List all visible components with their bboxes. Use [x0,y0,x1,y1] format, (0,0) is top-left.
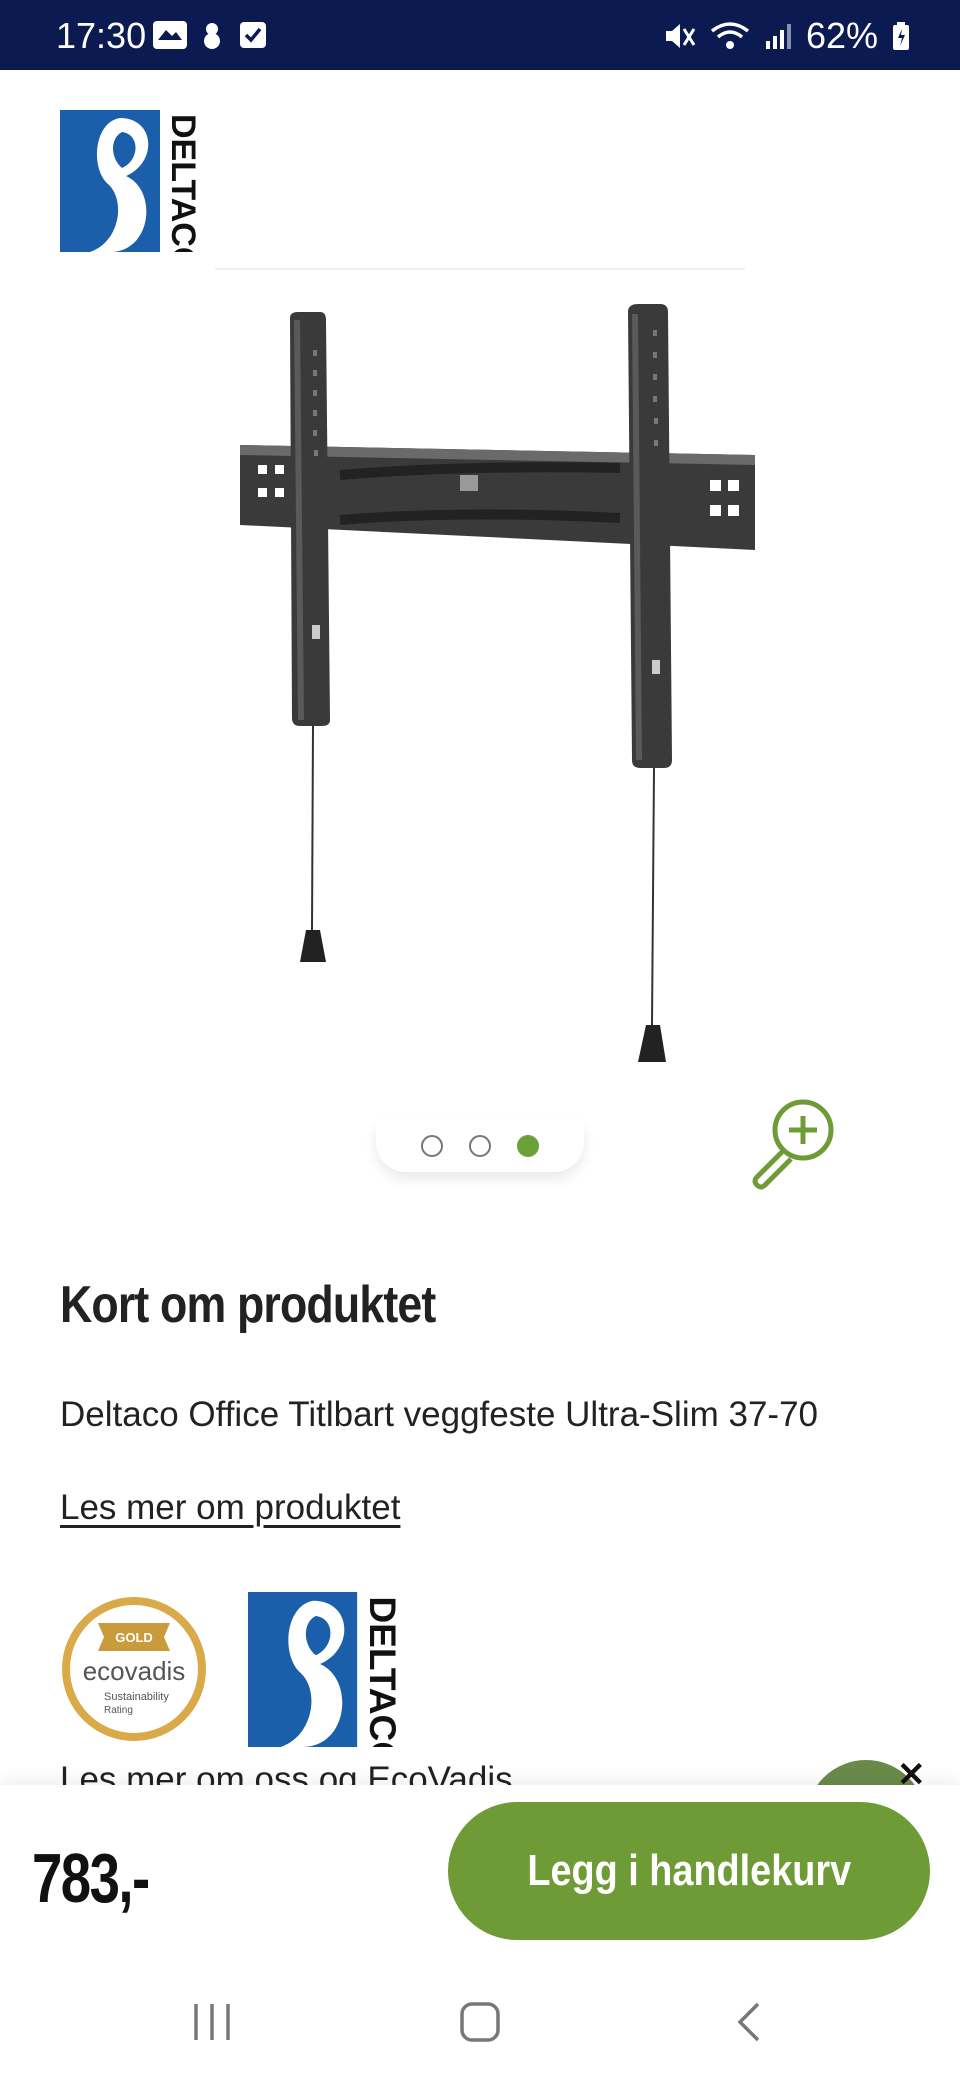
home-icon[interactable] [458,2000,502,2044]
status-bar: 17:30 62% [0,0,960,70]
mute-icon [665,24,696,48]
read-more-link[interactable]: Les mer om produktet [60,1488,400,1528]
add-to-cart-button[interactable]: Legg i handlekurv [448,1802,930,1940]
zoom-in-icon[interactable] [745,1095,840,1190]
gallery-pagination [376,1120,584,1172]
svg-text:ecovadis: ecovadis [83,1656,186,1686]
back-icon[interactable] [728,2000,772,2044]
svg-text:Rating: Rating [104,1705,133,1716]
short-description: Deltaco Office Titlbart veggfeste Ultra-… [60,1395,819,1434]
svg-text:Sustainability: Sustainability [104,1691,169,1703]
deltaco-logo[interactable]: DELTACO [60,110,202,252]
ecovadis-badge[interactable]: GOLD ecovadis Sustainability Rating [60,1595,208,1743]
gallery-dot-2[interactable] [469,1135,491,1157]
status-time: 17:30 [56,15,147,56]
gallery-dot-1[interactable] [421,1135,443,1157]
price: 783,- [32,1839,150,1917]
svg-text:DELTACO: DELTACO [362,1596,403,1747]
battery-icon [893,22,909,50]
recent-apps-icon[interactable] [190,2000,234,2044]
checkbox-icon [240,22,266,48]
product-image[interactable] [220,290,780,1080]
signal-icon [765,24,791,49]
mydlink-icon [153,21,187,49]
deltaco-brand-logo[interactable]: DELTACO [248,1592,403,1747]
svg-text:GOLD: GOLD [115,1630,153,1645]
section-title: Kort om produktet [60,1276,436,1334]
add-to-cart-label: Legg i handlekurv [527,1846,851,1895]
snowman-icon [204,23,220,49]
gallery-dot-3[interactable] [517,1135,539,1157]
svg-text:DELTACO: DELTACO [164,114,202,252]
status-right: 62% [662,15,910,57]
wifi-icon [710,22,750,49]
gallery-top-divider [215,268,745,270]
battery-percent: 62% [805,15,878,56]
